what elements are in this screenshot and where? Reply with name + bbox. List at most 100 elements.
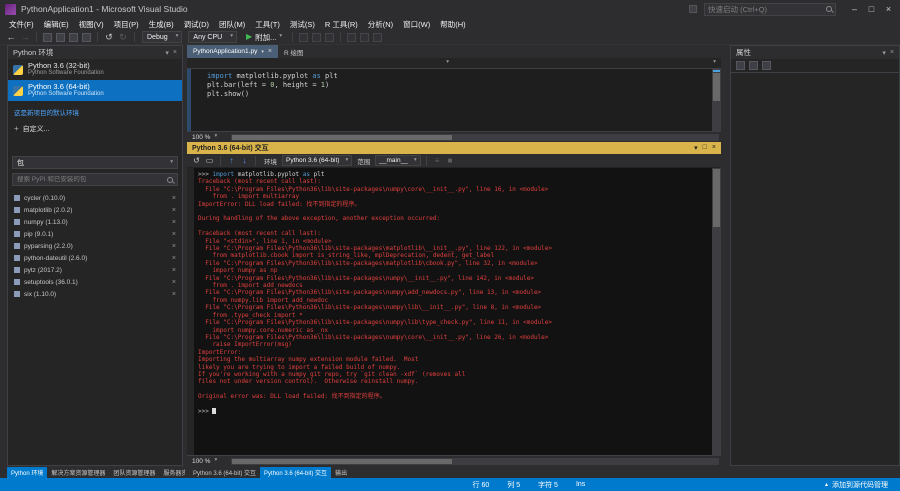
tool-window-tab[interactable]: Python 环境: [7, 466, 48, 478]
menu-item[interactable]: 生成(B): [144, 19, 179, 30]
clear-screen-icon[interactable]: ▭: [204, 156, 215, 165]
menu-item[interactable]: 文件(F): [4, 19, 39, 30]
undo-icon[interactable]: ↺: [103, 31, 115, 43]
remove-package-button[interactable]: ×: [172, 207, 176, 214]
save-icon[interactable]: [69, 32, 78, 42]
menu-item[interactable]: 帮助(H): [435, 19, 470, 30]
interactive-zoom-dropdown[interactable]: 100 % ▾: [187, 458, 229, 465]
package-row[interactable]: setuptools (36.0.1) ×: [8, 276, 182, 288]
interactive-environment-dropdown[interactable]: Python 3.6 (64-bit) ▾: [282, 155, 353, 166]
quick-launch-input[interactable]: [708, 4, 824, 14]
tool-window-tab[interactable]: 团队资源管理器: [109, 467, 159, 478]
menu-item[interactable]: 项目(P): [109, 19, 144, 30]
scrollbar-thumb[interactable]: [713, 73, 720, 101]
remove-package-button[interactable]: ×: [172, 219, 176, 226]
close-icon[interactable]: ×: [890, 49, 894, 57]
feedback-icon[interactable]: [689, 5, 697, 13]
add-custom-environment-link[interactable]: + 自定义...: [8, 117, 182, 134]
menu-item[interactable]: 调试(D): [179, 19, 214, 30]
scrollbar-thumb[interactable]: [232, 134, 452, 140]
menu-item[interactable]: 窗口(W): [398, 19, 435, 30]
chevron-down-icon[interactable]: ▾: [165, 49, 169, 57]
open-file-icon[interactable]: [56, 32, 65, 42]
menu-item[interactable]: 分析(N): [363, 19, 398, 30]
quick-launch-box[interactable]: [704, 2, 836, 16]
stop-icon[interactable]: ■: [445, 156, 456, 165]
code-area[interactable]: import matplotlib.pyplot as plt plt.bar(l…: [201, 69, 712, 131]
navigate-back-icon[interactable]: ←: [5, 31, 17, 43]
solution-platform-dropdown[interactable]: Any CPU ▾: [188, 31, 237, 43]
close-icon[interactable]: ×: [268, 48, 272, 55]
interactive-vertical-scrollbar[interactable]: [712, 168, 721, 455]
scrollbar-thumb[interactable]: [713, 169, 720, 227]
package-search-box[interactable]: [12, 173, 178, 186]
remove-package-button[interactable]: ×: [172, 195, 176, 202]
package-search-input[interactable]: [17, 176, 165, 183]
chevron-down-icon[interactable]: ▾: [261, 49, 264, 55]
maximize-button[interactable]: □: [863, 0, 880, 18]
close-button[interactable]: ×: [880, 0, 897, 18]
remove-package-button[interactable]: ×: [172, 267, 176, 274]
menu-item[interactable]: 测试(S): [285, 19, 320, 30]
menu-item[interactable]: 视图(V): [74, 19, 109, 30]
remove-package-button[interactable]: ×: [172, 255, 176, 262]
package-row[interactable]: pyparsing (2.2.0) ×: [8, 240, 182, 252]
categorized-icon[interactable]: [736, 61, 745, 70]
environment-item[interactable]: Python 3.6 (32-bit) Python Software Found…: [8, 59, 182, 80]
window-position-icon[interactable]: ▾: [694, 144, 698, 152]
toolbar-icon[interactable]: [360, 32, 370, 42]
toolbar-icon[interactable]: [312, 32, 322, 42]
interactive-options-icon[interactable]: ≡: [432, 156, 443, 165]
interactive-window[interactable]: >>> import matplotlib.pyplot as plt Trace…: [187, 168, 721, 455]
minimize-button[interactable]: –: [846, 0, 863, 18]
package-row[interactable]: six (1.10.0) ×: [8, 288, 182, 300]
remove-package-button[interactable]: ×: [172, 279, 176, 286]
property-pages-icon[interactable]: [762, 61, 771, 70]
toolbar-icon[interactable]: [325, 32, 335, 42]
tool-window-tab[interactable]: 解决方案资源管理器: [47, 467, 109, 478]
menu-item[interactable]: 编辑(E): [39, 19, 74, 30]
remove-package-button[interactable]: ×: [172, 291, 176, 298]
package-view-dropdown[interactable]: 包 ▾: [12, 156, 178, 169]
environment-item[interactable]: Python 3.6 (64-bit) Python Software Found…: [8, 80, 182, 101]
tool-window-tab[interactable]: Python 3.6 (64-bit) 交互: [260, 466, 332, 478]
package-row[interactable]: matplotlib (2.0.2) ×: [8, 204, 182, 216]
attach-button[interactable]: ▶ 附加... ▾: [241, 32, 287, 43]
code-editor[interactable]: import matplotlib.pyplot as plt plt.bar(l…: [187, 69, 721, 131]
toolbar-icon[interactable]: [373, 32, 383, 42]
new-file-icon[interactable]: [43, 32, 52, 42]
menu-item[interactable]: R 工具(R): [320, 19, 363, 30]
tool-window-tab[interactable]: 输出: [331, 467, 351, 478]
editor-zoom-dropdown[interactable]: 100 % ▾: [187, 134, 229, 141]
close-icon[interactable]: ×: [173, 49, 177, 57]
alphabetical-icon[interactable]: [749, 61, 758, 70]
solution-configuration-dropdown[interactable]: Debug ▾: [142, 31, 183, 43]
reset-icon[interactable]: ↺: [191, 156, 202, 165]
document-tab[interactable]: R 绘图: [278, 45, 310, 58]
package-row[interactable]: python-dateutil (2.6.0) ×: [8, 252, 182, 264]
environments-panel-header[interactable]: Python 环境 ▾ ×: [8, 46, 182, 59]
save-all-icon[interactable]: [82, 32, 91, 42]
properties-panel-header[interactable]: 属性 ▾ ×: [731, 46, 899, 59]
editor-vertical-scrollbar[interactable]: [712, 69, 721, 131]
remove-package-button[interactable]: ×: [172, 243, 176, 250]
titlebar[interactable]: PythonApplication1 - Microsoft Visual St…: [0, 0, 900, 18]
chevron-down-icon[interactable]: ▾: [882, 49, 886, 57]
history-next-icon[interactable]: ↓: [239, 156, 250, 165]
close-icon[interactable]: ×: [712, 144, 716, 152]
history-previous-icon[interactable]: ↑: [226, 156, 237, 165]
package-row[interactable]: numpy (1.13.0) ×: [8, 216, 182, 228]
add-to-source-control-button[interactable]: ▴ 添加到源代码管理: [816, 480, 897, 490]
toolbar-icon[interactable]: [299, 32, 309, 42]
redo-icon[interactable]: ↻: [117, 31, 129, 43]
navigation-scope-dropdown[interactable]: ▾: [187, 58, 454, 68]
tool-window-tab[interactable]: Python 3.6 (64-bit) 交互: [189, 467, 260, 478]
tool-window-tab[interactable]: 服务器资源管理器: [159, 467, 185, 478]
menu-item[interactable]: 工具(T): [250, 19, 285, 30]
remove-package-button[interactable]: ×: [172, 231, 176, 238]
package-row[interactable]: pytz (2017.2) ×: [8, 264, 182, 276]
menu-item[interactable]: 团队(M): [214, 19, 250, 30]
scrollbar-thumb[interactable]: [232, 458, 452, 464]
interactive-scope-dropdown[interactable]: __main__ ▾: [375, 155, 421, 166]
document-tab[interactable]: PythonApplication1.py ▾ ×: [187, 45, 278, 58]
